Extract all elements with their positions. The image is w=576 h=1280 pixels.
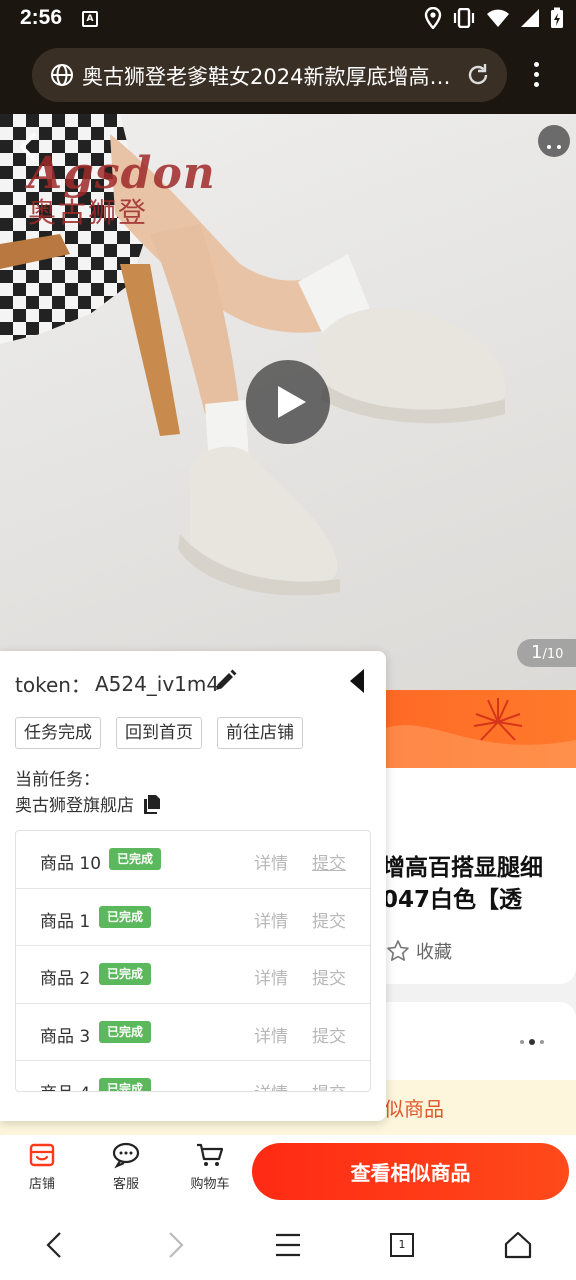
- goods-row: 商品 10 已完成 详情 提交: [16, 831, 370, 889]
- browser-menu-icon[interactable]: [526, 62, 546, 92]
- goods-name: 商品 10: [40, 854, 102, 874]
- task-complete-button[interactable]: 任务完成: [15, 717, 101, 749]
- brand-logo: Agsdon 奥古狮登: [28, 148, 216, 231]
- product-title-line2: 047白色【透: [382, 887, 523, 913]
- task-token-panel: token： A524_iv1m4 任务完成 回到首页 前往店铺 当前任务： 奥…: [0, 651, 386, 1121]
- more-options-button[interactable]: [538, 125, 570, 157]
- product-title[interactable]: 增高百搭显腿细 047白色【透: [382, 852, 572, 916]
- page-title-in-address-bar: 奥古狮登老爹鞋女2024新款厚底增高百搭显腿细: [82, 65, 462, 89]
- submit-link[interactable]: 提交: [312, 964, 346, 989]
- image-page-counter: 1/10: [517, 639, 576, 667]
- goods-list[interactable]: 商品 10 已完成 详情 提交 商品 1 已完成 详情 提交 商品 2 已完成 …: [15, 830, 371, 1092]
- current-task-label: 当前任务：: [15, 770, 100, 790]
- status-time: 2:56: [20, 6, 63, 29]
- product-gallery[interactable]: Agsdon 奥古狮登 1/10: [0, 114, 576, 690]
- cart-label: 购物车: [190, 1177, 230, 1192]
- status-badge: 已完成: [109, 848, 162, 870]
- status-badge: 已完成: [99, 1078, 152, 1091]
- play-video-button[interactable]: [246, 360, 330, 444]
- goods-row: 商品 3 已完成 详情 提交: [16, 1004, 370, 1061]
- go-to-shop-button[interactable]: 前往店铺: [217, 717, 303, 749]
- vibrate-icon: [453, 8, 475, 28]
- edit-pencil-icon[interactable]: [212, 668, 238, 694]
- browser-toolbar: 奥古狮登老爹鞋女2024新款厚底增高百搭显腿细: [0, 38, 576, 114]
- goods-name: 商品 2: [40, 969, 91, 989]
- submit-link[interactable]: 提交: [312, 849, 346, 874]
- detail-link[interactable]: 详情: [254, 849, 288, 874]
- shop-label: 店铺: [28, 1177, 55, 1192]
- copy-icon[interactable]: [142, 794, 162, 814]
- goods-row: 商品 1 已完成 详情 提交: [16, 889, 370, 946]
- bottom-action-bar: 店铺 客服 购物车 查看相似商品: [0, 1135, 576, 1207]
- back-to-home-button[interactable]: 回到首页: [116, 717, 202, 749]
- product-title-line1: 增高百搭显腿细: [382, 855, 543, 881]
- location-icon: [424, 7, 442, 29]
- goods-name: 商品 1: [40, 911, 91, 932]
- status-badge: 已完成: [99, 905, 152, 928]
- submit-link[interactable]: 提交: [312, 1022, 346, 1047]
- favorite-button[interactable]: 收藏: [386, 938, 452, 964]
- cart-icon: [197, 1143, 224, 1166]
- globe-icon: [51, 64, 73, 86]
- chat-icon: [112, 1142, 140, 1169]
- nav-back-icon[interactable]: [38, 1227, 74, 1263]
- customer-service-tab[interactable]: 客服: [96, 1141, 156, 1192]
- goods-row: 商品 4 已完成 详情 提交: [16, 1061, 370, 1091]
- play-icon: [278, 386, 306, 418]
- nav-menu-icon[interactable]: [270, 1227, 306, 1263]
- token-label: token：: [15, 673, 91, 697]
- back-arrow-icon[interactable]: [10, 129, 46, 165]
- star-icon: [387, 940, 409, 961]
- status-bar: 2:56 A: [0, 0, 576, 38]
- task-button-group: 任务完成 回到首页 前往店铺: [15, 717, 303, 749]
- similar-strip-label: 似商品: [384, 1097, 444, 1121]
- collapse-panel-icon[interactable]: [348, 667, 366, 695]
- signal-icon: [521, 9, 539, 27]
- app-notification-icon: A: [82, 11, 98, 27]
- detail-link[interactable]: 详情: [254, 1022, 288, 1047]
- reload-icon[interactable]: [464, 61, 492, 89]
- spec-carousel-dots: [520, 1039, 544, 1045]
- shop-tab[interactable]: 店铺: [12, 1141, 72, 1192]
- goods-name: 商品 4: [40, 1079, 90, 1091]
- status-badge: 已完成: [99, 1020, 152, 1043]
- goods-name: 商品 3: [40, 1026, 91, 1047]
- status-icons: [424, 6, 564, 30]
- cart-tab[interactable]: 购物车: [180, 1141, 240, 1192]
- battery-icon: [551, 7, 563, 28]
- nav-tabs-button[interactable]: 1: [384, 1227, 420, 1263]
- service-label: 客服: [112, 1177, 139, 1192]
- detail-link[interactable]: 详情: [254, 1079, 288, 1091]
- shop-icon: [29, 1143, 55, 1167]
- tabs-icon: 1: [390, 1233, 414, 1257]
- goods-row: 商品 2 已完成 详情 提交: [16, 946, 370, 1004]
- detail-link[interactable]: 详情: [254, 964, 288, 989]
- address-bar[interactable]: 奥古狮登老爹鞋女2024新款厚底增高百搭显腿细: [32, 48, 507, 102]
- wifi-icon: [487, 9, 509, 27]
- page-total: /10: [542, 647, 564, 662]
- token-row: token： A524_iv1m4: [15, 669, 219, 698]
- browser-navigation-bar: 1: [0, 1207, 576, 1280]
- view-similar-button[interactable]: 查看相似商品: [252, 1143, 569, 1200]
- submit-link[interactable]: 提交: [312, 1079, 346, 1091]
- nav-home-icon[interactable]: [500, 1227, 536, 1263]
- detail-link[interactable]: 详情: [254, 907, 288, 932]
- page-current: 1: [531, 642, 543, 663]
- nav-forward-icon[interactable]: [156, 1227, 192, 1263]
- submit-link[interactable]: 提交: [312, 907, 346, 932]
- favorite-label: 收藏: [416, 942, 452, 963]
- brand-logo-cn: 奥古狮登: [28, 196, 149, 229]
- current-task-name: 奥古狮登旗舰店: [15, 796, 134, 816]
- token-value: A524_iv1m4: [94, 671, 220, 696]
- current-task-name-row: 奥古狮登旗舰店: [15, 791, 162, 816]
- status-badge: 已完成: [99, 963, 152, 985]
